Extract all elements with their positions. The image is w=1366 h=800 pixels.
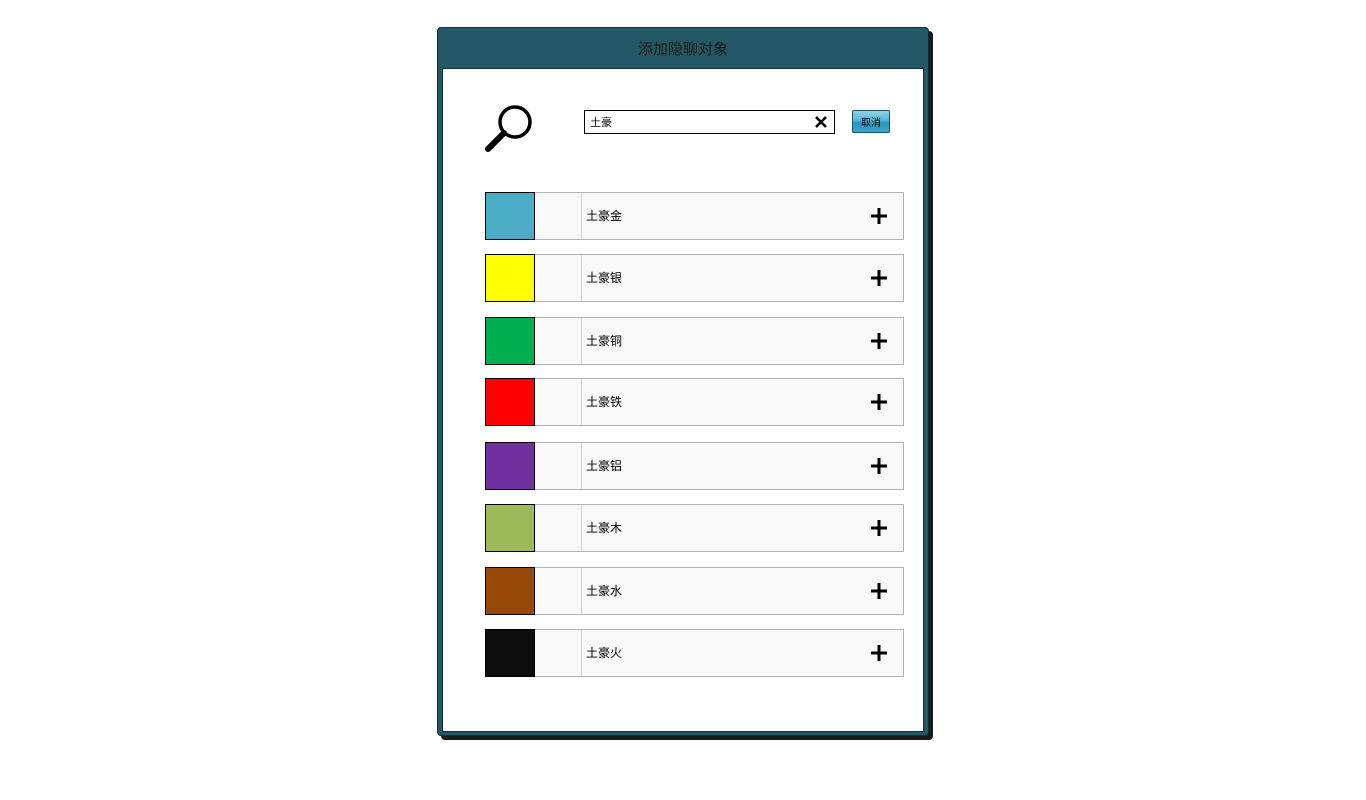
- list-item[interactable]: 土豪铜: [485, 317, 904, 365]
- avatar: [485, 254, 535, 302]
- list-item[interactable]: 土豪金: [485, 192, 904, 240]
- search-icon: [485, 105, 532, 152]
- add-icon[interactable]: [870, 582, 888, 600]
- add-icon[interactable]: [870, 269, 888, 287]
- contact-name: 土豪铜: [586, 334, 623, 348]
- add-icon[interactable]: [870, 457, 888, 475]
- list-item[interactable]: 土豪铝: [485, 442, 904, 490]
- add-icon[interactable]: [870, 332, 888, 350]
- divider: [581, 568, 582, 614]
- contact-name: 土豪火: [586, 646, 623, 660]
- clear-search-icon[interactable]: [814, 115, 828, 129]
- divider: [581, 630, 582, 676]
- contact-name: 土豪银: [586, 271, 623, 285]
- add-icon[interactable]: [870, 644, 888, 662]
- list-item[interactable]: 土豪银: [485, 254, 904, 302]
- contact-name: 土豪木: [586, 521, 623, 535]
- add-icon[interactable]: [870, 393, 888, 411]
- contact-name: 土豪铝: [586, 459, 623, 473]
- avatar: [485, 567, 535, 615]
- add-private-chat-dialog: 添加隐聊对象 取消 土豪金 土豪银: [437, 27, 929, 736]
- list-item[interactable]: 土豪木: [485, 504, 904, 552]
- contact-name: 土豪金: [586, 209, 623, 223]
- avatar: [485, 317, 535, 365]
- add-icon[interactable]: [870, 519, 888, 537]
- contact-name: 土豪水: [586, 584, 623, 598]
- contact-name: 土豪铁: [586, 395, 623, 409]
- cancel-button[interactable]: 取消: [852, 110, 890, 133]
- dialog-content: 取消 土豪金 土豪银 土豪铜: [442, 68, 924, 732]
- divider: [581, 193, 582, 239]
- avatar: [485, 504, 535, 552]
- list-item[interactable]: 土豪水: [485, 567, 904, 615]
- avatar: [485, 378, 535, 426]
- list-item[interactable]: 土豪铁: [485, 378, 904, 426]
- divider: [581, 505, 582, 551]
- dialog-title: 添加隐聊对象: [637, 39, 728, 58]
- divider: [581, 379, 582, 425]
- search-field: [584, 110, 835, 134]
- divider: [581, 443, 582, 489]
- avatar: [485, 629, 535, 677]
- avatar: [485, 192, 535, 240]
- add-icon[interactable]: [870, 207, 888, 225]
- avatar: [485, 442, 535, 490]
- divider: [581, 255, 582, 301]
- search-input[interactable]: [585, 111, 815, 133]
- divider: [581, 318, 582, 364]
- list-item[interactable]: 土豪火: [485, 629, 904, 677]
